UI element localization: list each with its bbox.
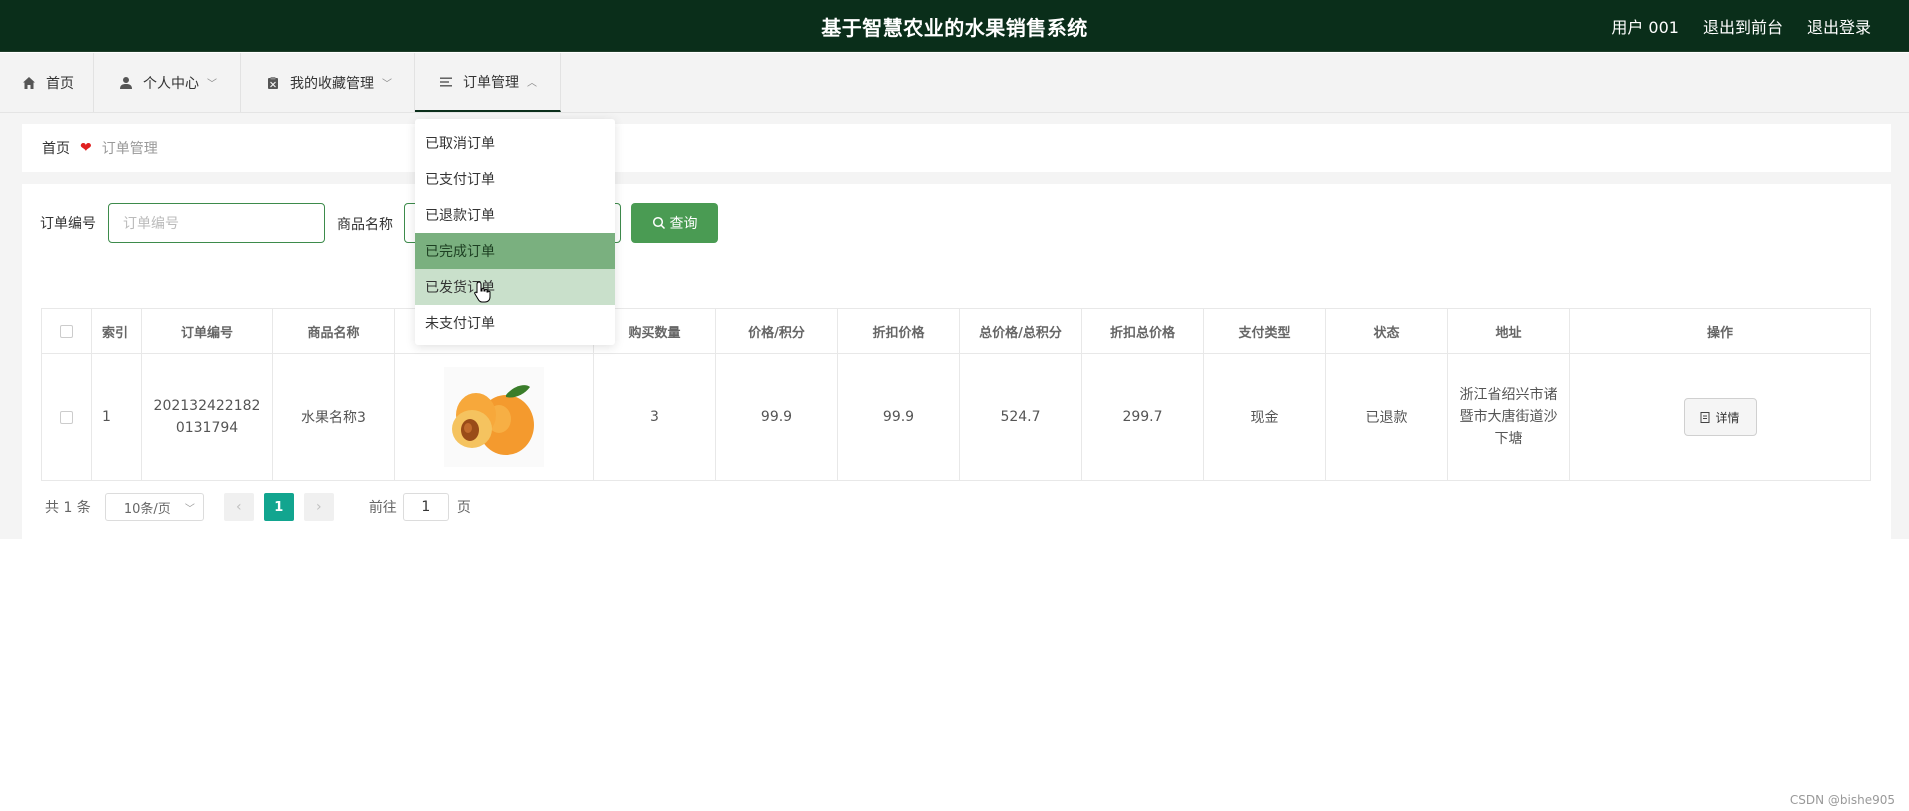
header-actions: 用户 001 退出到前台 退出登录: [1611, 14, 1871, 38]
pagination: 共 1 条 10条/页 ﹀ ‹ 1 › 前往 1 页: [45, 493, 471, 521]
page-button-current[interactable]: 1: [263, 493, 294, 521]
logout-link[interactable]: 退出登录: [1807, 14, 1871, 38]
cell-discount: 99.9: [838, 354, 960, 480]
menu-item-cancelled-orders[interactable]: 已取消订单: [415, 125, 615, 161]
col-header-order-no: 订单编号: [142, 309, 273, 353]
chevron-down-icon: ﹀: [382, 79, 392, 90]
cell-product: 水果名称3: [273, 354, 395, 480]
chevron-right-icon: ›: [316, 499, 322, 515]
col-header-discount-total: 折扣总价格: [1082, 309, 1204, 353]
cell-pay-type: 现金: [1204, 354, 1326, 480]
cell-actions: 详情: [1570, 354, 1870, 480]
col-header-price: 价格/积分: [716, 309, 838, 353]
col-header-index: 索引: [92, 309, 142, 353]
cell-index: 1: [92, 354, 142, 480]
watermark: CSDN @bishe905: [1789, 793, 1895, 807]
cell-qty: 3: [594, 354, 716, 480]
user-name[interactable]: 用户 001: [1611, 14, 1679, 38]
nav-label-personal: 个人中心: [143, 75, 199, 92]
select-all-cell: [42, 309, 92, 353]
top-header: 基于智慧农业的水果销售系统 用户 001 退出到前台 退出登录: [0, 0, 1909, 52]
order-no-input[interactable]: 订单编号: [108, 203, 325, 243]
user-icon: [120, 76, 132, 89]
back-to-front-link[interactable]: 退出到前台: [1703, 14, 1783, 38]
prev-page-button[interactable]: ‹: [223, 493, 254, 521]
menu-item-shipped-orders[interactable]: 已发货订单: [415, 269, 615, 305]
nav-item-home[interactable]: 首页: [0, 53, 94, 112]
col-header-actions: 操作: [1706, 325, 1733, 341]
cell-total: 524.7: [960, 354, 1082, 480]
menu-item-completed-orders[interactable]: 已完成订单: [415, 233, 615, 269]
chevron-left-icon: ‹: [236, 499, 242, 515]
query-button[interactable]: 查询: [631, 203, 718, 243]
chevron-down-icon: ﹀: [207, 79, 217, 90]
address-text: 浙江省绍兴市诸暨市大唐街道沙下塘: [1459, 387, 1558, 447]
detail-button[interactable]: 详情: [1683, 398, 1757, 436]
col-header-discount: 折扣价格: [838, 309, 960, 353]
menu-item-refunded-orders[interactable]: 已退款订单: [415, 197, 615, 233]
orders-table: 索引 订单编号 商品名称 购买数量 价格/积分 折扣价格 总价格/总积分 折扣总…: [41, 308, 1871, 481]
breadcrumb: 首页 ❤ 订单管理: [22, 124, 1891, 172]
detail-button-label: 详情: [1715, 410, 1740, 425]
heart-icon: ❤: [80, 140, 92, 156]
apricot-image: [444, 367, 544, 467]
page-suffix: 页: [456, 500, 471, 516]
col-header-total: 总价格/总积分: [960, 309, 1082, 353]
col-header-status: 状态: [1326, 309, 1448, 353]
cell-discount-total: 299.7: [1082, 354, 1204, 480]
cell-order-no: 2021324221820131794: [142, 354, 273, 480]
main-nav: 首页 个人中心 ﹀ 我的收藏管理 ﹀ 订单管理 ︿: [0, 53, 1909, 113]
nav-item-personal[interactable]: 个人中心 ﹀: [95, 53, 241, 112]
cell-price: 99.9: [716, 354, 838, 480]
home-icon: [23, 76, 35, 89]
hand-cursor-icon: [474, 281, 491, 303]
product-name-label: 商品名称: [337, 217, 393, 233]
col-header-product: 商品名称: [273, 309, 395, 353]
table-header: 索引 订单编号 商品名称 购买数量 价格/积分 折扣价格 总价格/总积分 折扣总…: [42, 309, 1870, 354]
col-header-pay-type: 支付类型: [1204, 309, 1326, 353]
cell-status: 已退款: [1326, 354, 1448, 480]
query-button-label: 查询: [669, 216, 698, 232]
page-size-value: 10条/页: [123, 501, 171, 517]
document-icon: [1700, 411, 1710, 423]
nav-label-home: 首页: [46, 75, 74, 92]
col-header-address: 地址: [1448, 309, 1570, 353]
menu-list-icon: [440, 77, 452, 86]
orders-dropdown-menu: 已取消订单 已支付订单 已退款订单 已完成订单 已发货订单 未支付订单: [415, 119, 615, 345]
row-select-cell: [42, 354, 92, 480]
search-form: 订单编号 订单编号 商品名称 查询: [40, 203, 718, 243]
page-size-select[interactable]: 10条/页 ﹀: [104, 493, 204, 521]
table-row: 1 2021324221820131794 水果名称3 3 99.9 99.9 …: [42, 354, 1870, 480]
nav-label-favorites: 我的收藏管理: [290, 75, 374, 92]
cell-address: 浙江省绍兴市诸暨市大唐街道沙下塘: [1448, 354, 1570, 480]
chevron-down-icon: ﹀: [184, 503, 195, 515]
cell-image: [395, 354, 594, 480]
goto-label: 前往: [368, 500, 397, 516]
order-no-label: 订单编号: [40, 216, 96, 232]
total-count: 共 1 条: [45, 500, 91, 516]
search-icon: [652, 216, 665, 230]
nav-item-orders[interactable]: 订单管理 ︿: [415, 53, 561, 112]
nav-label-orders: 订单管理: [463, 74, 519, 91]
breadcrumb-home[interactable]: 首页: [42, 138, 70, 158]
order-no-text: 2021324221820131794: [153, 398, 261, 436]
menu-item-unpaid-orders[interactable]: 未支付订单: [415, 305, 615, 341]
select-all-checkbox[interactable]: [60, 324, 73, 338]
row-checkbox[interactable]: [60, 410, 73, 424]
clipboard-icon: [268, 76, 278, 89]
order-no-placeholder: 订单编号: [123, 216, 179, 232]
breadcrumb-current: 订单管理: [101, 141, 158, 157]
menu-item-paid-orders[interactable]: 已支付订单: [415, 161, 615, 197]
goto-page-input[interactable]: 1: [402, 493, 449, 521]
next-page-button[interactable]: ›: [303, 493, 334, 521]
chevron-up-icon: ︿: [527, 78, 537, 89]
nav-item-favorites[interactable]: 我的收藏管理 ﹀: [242, 53, 415, 112]
